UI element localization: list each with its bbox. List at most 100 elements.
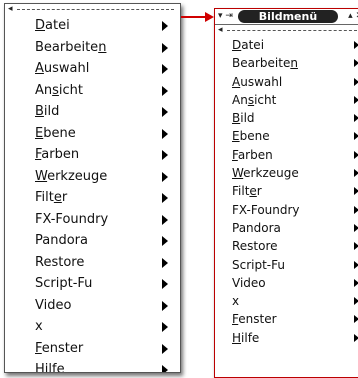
menu-item-filter[interactable]: Filter — [5, 187, 180, 209]
submenu-arrow-icon — [354, 59, 358, 68]
submenu-arrow-icon — [162, 85, 168, 96]
menu-item-x[interactable]: x — [5, 316, 180, 338]
submenu-arrow-icon — [162, 150, 168, 160]
menu-item-label: Pandora — [232, 220, 281, 235]
menu-item-label: Ansicht — [35, 82, 84, 98]
menu-item-pandora[interactable]: Pandora — [5, 230, 180, 252]
menu-item-label: Ebene — [232, 129, 270, 144]
menu-item-label: Farben — [232, 147, 273, 162]
menu-item-label: Video — [232, 275, 266, 290]
menu-item-label: Auswahl — [232, 74, 283, 89]
menu-item-datei[interactable]: Datei — [5, 15, 180, 37]
window-title: Bildmenü — [238, 10, 338, 23]
window-control-buttons[interactable]: ▴ ✕ — [348, 9, 358, 24]
tearoff-handle[interactable]: ◂ — [5, 4, 180, 15]
menu-item-label: Bild — [232, 111, 255, 126]
submenu-arrow-icon — [162, 42, 168, 53]
menu-item-bearbeiten[interactable]: Bearbeiten — [215, 54, 358, 72]
menu-item-label: Filter — [232, 184, 262, 199]
menu-item-label: Farben — [35, 147, 80, 162]
menu-item-video[interactable]: Video — [215, 274, 358, 292]
menu-item-ebene[interactable]: Ebene — [5, 123, 180, 145]
menu-item-hilfe[interactable]: Hilfe — [215, 329, 358, 347]
tearoff-handle[interactable]: ◂ — [215, 25, 358, 36]
menu-item-ansicht[interactable]: Ansicht — [5, 80, 180, 102]
menu-item-werkzeuge[interactable]: Werkzeuge — [5, 166, 180, 188]
tearoff-arrow-icon: ◂ — [8, 4, 13, 14]
menu-item-label: Werkzeuge — [232, 166, 299, 181]
submenu-arrow-icon — [162, 365, 168, 372]
menu-item-fenster[interactable]: Fenster — [5, 338, 180, 360]
menu-item-restore[interactable]: Restore — [5, 252, 180, 274]
submenu-arrow-icon — [354, 260, 358, 269]
submenu-arrow-icon — [354, 169, 358, 178]
menu-item-filter[interactable]: Filter — [215, 182, 358, 200]
window-titlebar[interactable]: ▾ ⇥ Bildmenü ▴ ✕ — [215, 9, 358, 25]
submenu-arrow-icon — [162, 21, 168, 31]
menu-item-label: Bild — [35, 104, 60, 119]
menu-item-label: Bearbeiten — [232, 56, 298, 71]
menu-item-restore[interactable]: Restore — [215, 237, 358, 255]
left-menu: ◂ Datei Bearbeiten Auswahl Ansicht Bild Ebene… — [4, 3, 181, 373]
window-menu-buttons[interactable]: ▾ ⇥ — [218, 9, 233, 24]
menu-item-label: FX-Foundry — [232, 202, 300, 217]
submenu-arrow-icon — [354, 223, 358, 232]
menu-item-auswahl[interactable]: Auswahl — [5, 58, 180, 80]
menu-item-ebene[interactable]: Ebene — [215, 127, 358, 145]
submenu-arrow-icon — [162, 322, 168, 332]
menu-item-werkzeuge[interactable]: Werkzeuge — [215, 164, 358, 182]
submenu-arrow-icon — [354, 132, 358, 141]
tearoff-arrow-icon: ◂ — [218, 25, 223, 35]
menu-item-fx-foundry[interactable]: FX-Foundry — [5, 209, 180, 231]
menu-item-label: Pandora — [35, 233, 88, 248]
submenu-arrow-icon — [162, 128, 168, 139]
submenu-arrow-icon — [354, 187, 358, 196]
menu-item-label: x — [232, 294, 240, 309]
submenu-arrow-icon — [354, 297, 358, 306]
menu-item-label: Hilfe — [35, 362, 65, 373]
menu-item-hilfe[interactable]: Hilfe — [5, 359, 180, 373]
submenu-arrow-icon — [354, 150, 358, 159]
menu-item-fx-foundry[interactable]: FX-Foundry — [215, 201, 358, 219]
menu-item-label: Bearbeiten — [35, 39, 107, 55]
menu-item-x[interactable]: x — [215, 292, 358, 310]
menu-item-label: Auswahl — [35, 61, 90, 76]
menu-item-label: Hilfe — [232, 330, 260, 345]
menu-item-label: Datei — [35, 18, 70, 33]
menu-item-label: Fenster — [35, 340, 84, 356]
submenu-arrow-icon — [354, 95, 358, 104]
submenu-arrow-icon — [162, 193, 168, 203]
torn-off-menu-window: ▾ ⇥ Bildmenü ▴ ✕ ◂ Datei Bearbeiten Auswah… — [214, 8, 358, 378]
submenu-arrow-icon — [354, 242, 358, 251]
menu-item-bearbeiten[interactable]: Bearbeiten — [5, 37, 180, 59]
menu-item-label: Script-Fu — [35, 276, 93, 291]
menu-item-bild[interactable]: Bild — [215, 109, 358, 127]
menu-item-label: Filter — [35, 190, 68, 205]
menu-item-script-fu[interactable]: Script-Fu — [215, 256, 358, 274]
menu-item-farben[interactable]: Farben — [5, 144, 180, 166]
submenu-arrow-icon — [354, 333, 358, 342]
menu-item-datei[interactable]: Datei — [215, 36, 358, 54]
menu-item-auswahl[interactable]: Auswahl — [215, 73, 358, 91]
menu-item-fenster[interactable]: Fenster — [215, 310, 358, 328]
submenu-arrow-icon — [162, 107, 168, 117]
menu-item-bild[interactable]: Bild — [5, 101, 180, 123]
menu-item-ansicht[interactable]: Ansicht — [215, 91, 358, 109]
menu-item-label: Datei — [232, 38, 265, 52]
submenu-arrow-icon — [162, 171, 168, 182]
submenu-arrow-icon — [162, 279, 168, 289]
menu-item-label: Werkzeuge — [35, 168, 108, 184]
menu-item-script-fu[interactable]: Script-Fu — [5, 273, 180, 295]
tearoff-dash-line — [17, 9, 174, 10]
tearoff-dash-line — [227, 30, 357, 31]
menu-item-label: Restore — [232, 239, 278, 254]
menu-item-video[interactable]: Video — [5, 295, 180, 317]
submenu-arrow-icon — [162, 257, 168, 268]
menu-item-pandora[interactable]: Pandora — [215, 219, 358, 237]
connector-arrow-line — [181, 16, 207, 18]
submenu-arrow-icon — [162, 214, 168, 225]
menu-item-label: Ebene — [35, 125, 76, 141]
menu-item-label: Fenster — [232, 312, 277, 327]
menu-item-farben[interactable]: Farben — [215, 146, 358, 164]
menu-item-label: Script-Fu — [232, 257, 285, 272]
